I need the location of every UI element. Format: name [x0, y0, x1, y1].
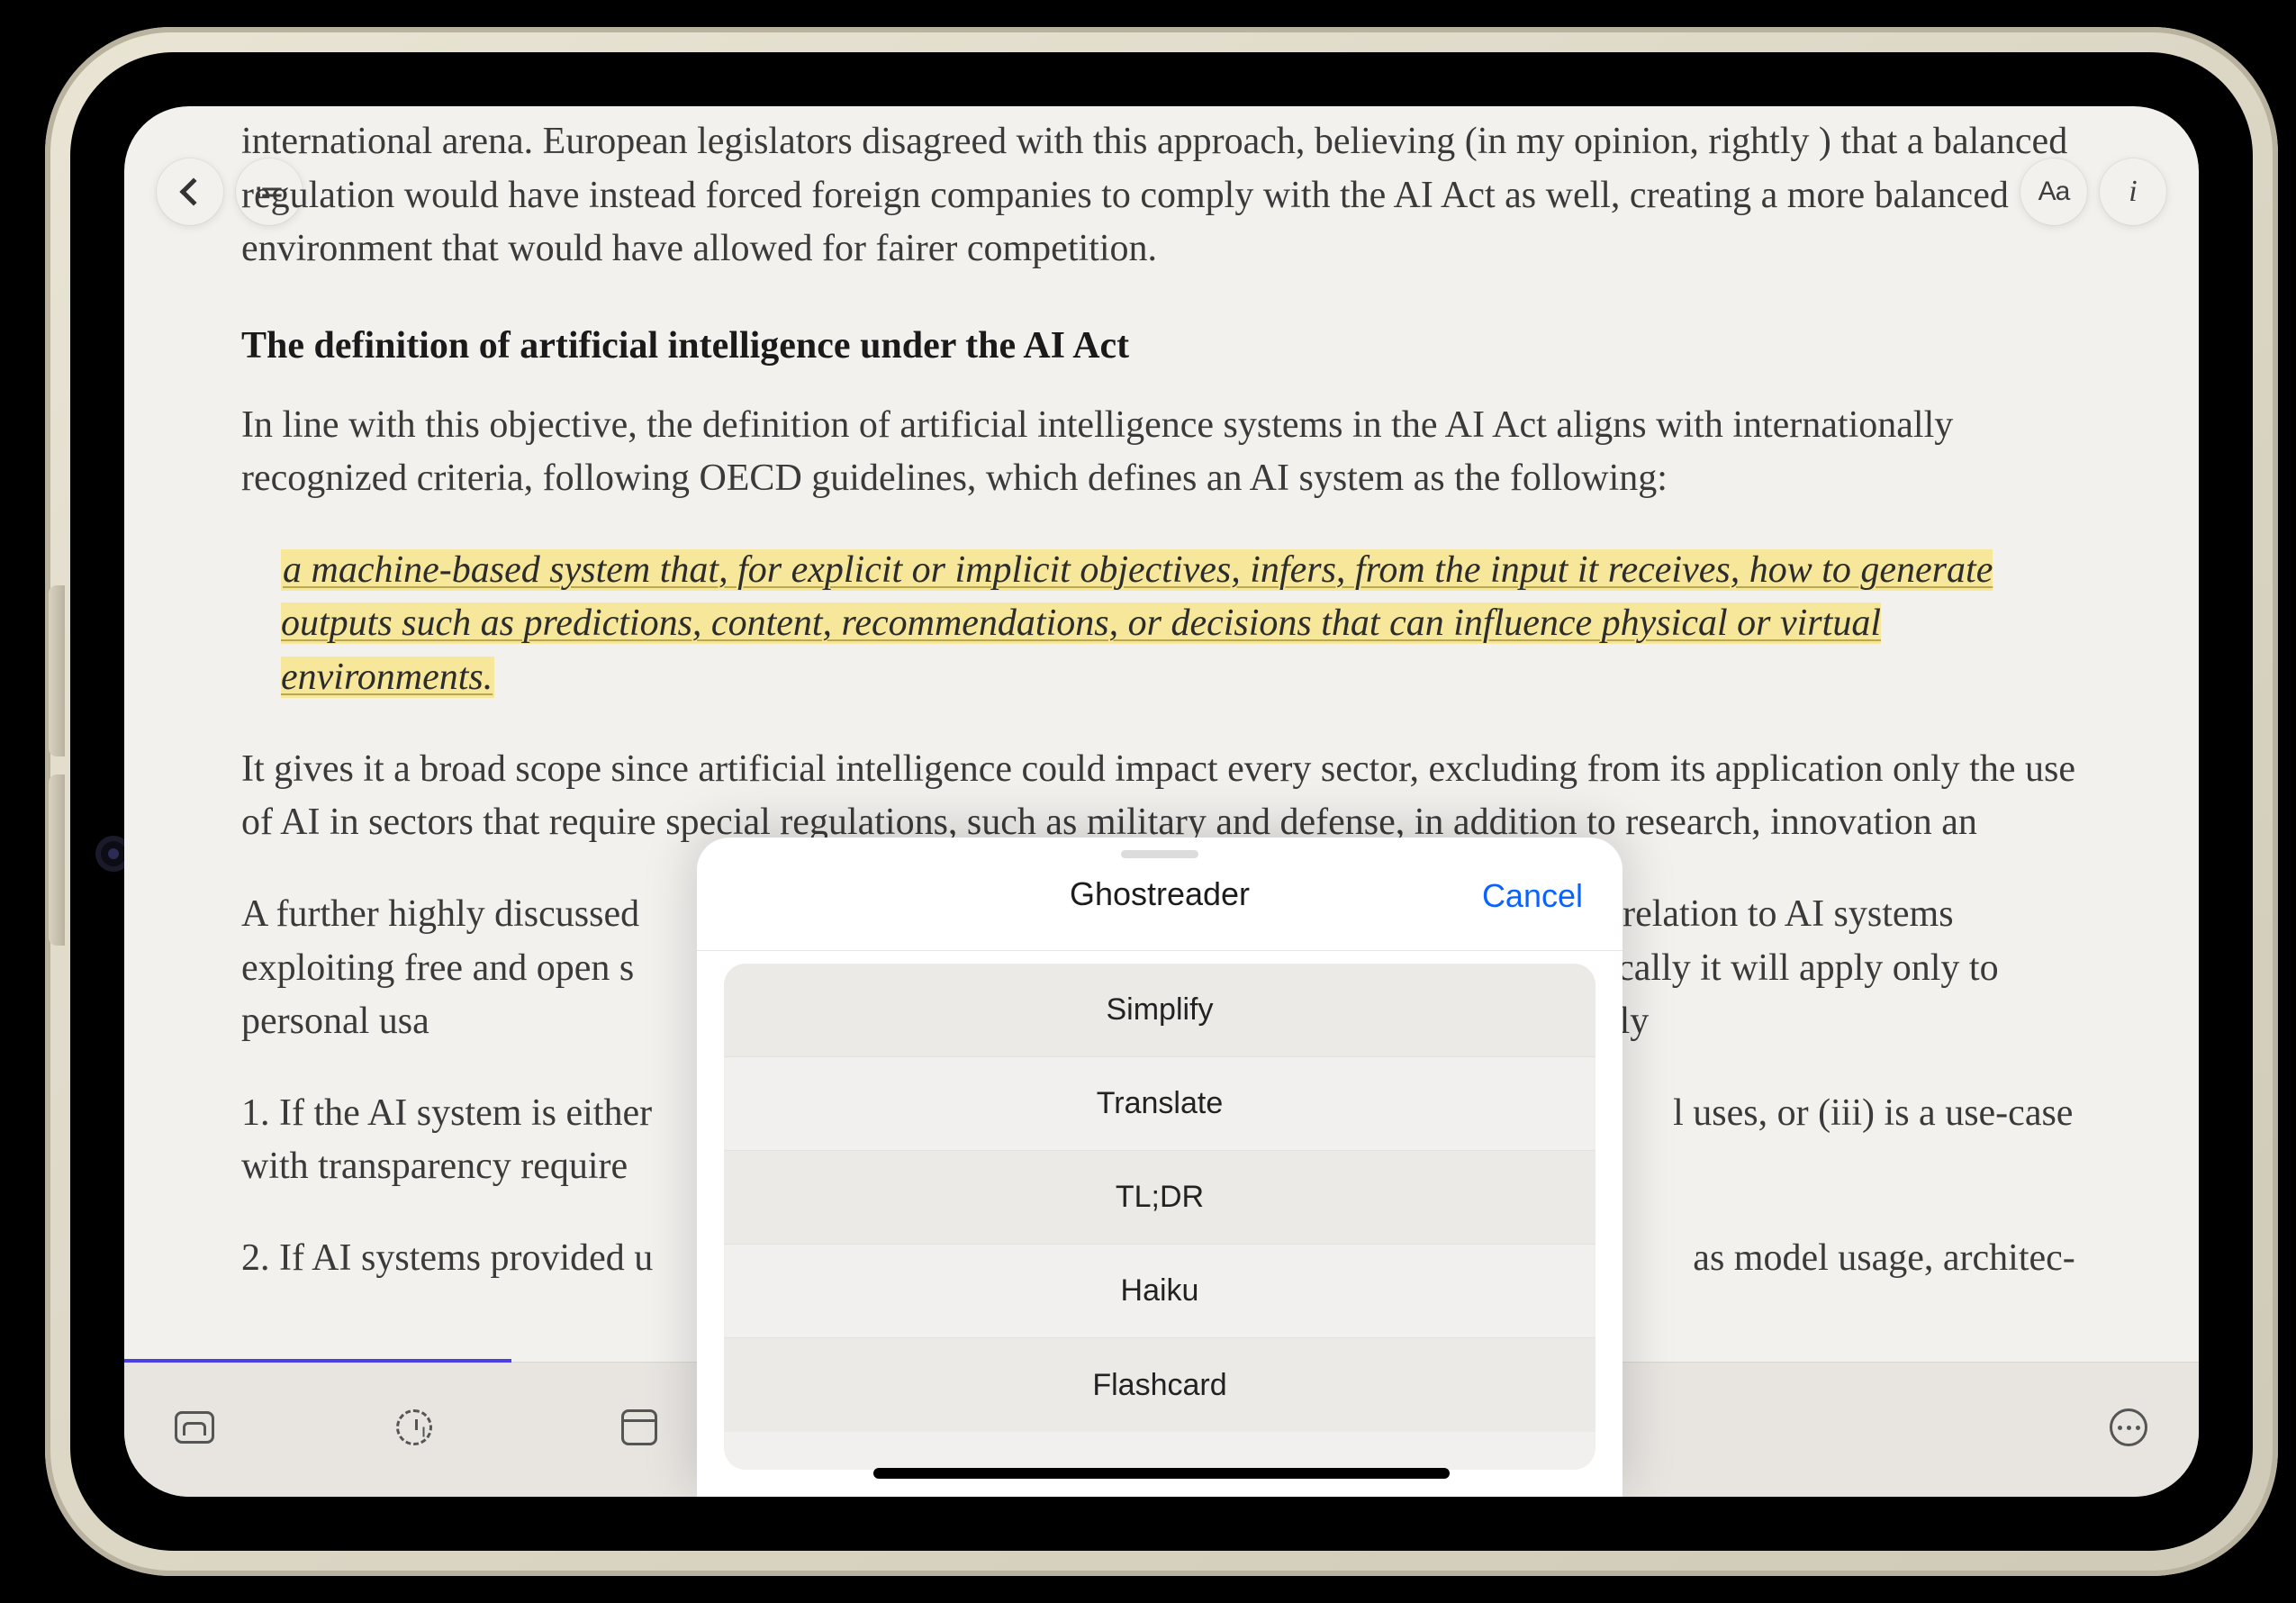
highlighted-text[interactable]: a machine-based system that, for explici…: [281, 549, 1993, 698]
inbox-button[interactable]: [166, 1399, 223, 1456]
reading-progress-bar: [124, 1359, 511, 1363]
option-simplify[interactable]: Simplify: [724, 964, 1595, 1057]
back-button[interactable]: [157, 158, 223, 225]
clock-icon: [396, 1409, 432, 1445]
archive-button[interactable]: [610, 1399, 668, 1456]
info-icon: i: [2129, 175, 2137, 209]
option-translate[interactable]: Translate: [724, 1057, 1595, 1151]
later-button[interactable]: [385, 1399, 443, 1456]
info-button[interactable]: i: [2100, 158, 2166, 225]
archive-icon: [621, 1409, 657, 1445]
option-tldr[interactable]: TL;DR: [724, 1151, 1595, 1245]
volume-down-button: [49, 774, 65, 946]
cancel-button[interactable]: Cancel: [1482, 877, 1583, 915]
inbox-icon: [175, 1411, 214, 1444]
paragraph: international arena. European legislator…: [241, 115, 2082, 276]
ghostreader-sheet: Ghostreader Cancel Simplify Translate TL…: [697, 838, 1623, 1497]
more-button[interactable]: [2100, 1399, 2157, 1456]
chevron-left-icon: [179, 177, 207, 205]
option-haiku[interactable]: Haiku: [724, 1245, 1595, 1338]
ellipsis-circle-icon: [2110, 1408, 2147, 1446]
sheet-header: Ghostreader Cancel: [697, 838, 1623, 951]
ghostreader-options: Simplify Translate TL;DR Haiku Flashcard: [724, 964, 1595, 1470]
volume-up-button: [49, 585, 65, 756]
ipad-frame: ≔ Aa i international arena. European leg…: [45, 27, 2278, 1576]
app-screen: ≔ Aa i international arena. European leg…: [124, 106, 2199, 1497]
paragraph: In line with this objective, the definit…: [241, 399, 2082, 506]
option-flashcard[interactable]: Flashcard: [724, 1338, 1595, 1432]
section-heading: The definition of artificial intelligenc…: [241, 320, 2082, 374]
sheet-title: Ghostreader: [1070, 875, 1250, 913]
home-indicator[interactable]: [873, 1468, 1450, 1479]
paragraph: It gives it a broad scope since artifici…: [241, 743, 2082, 850]
blockquote: a machine-based system that, for explici…: [281, 544, 2082, 705]
